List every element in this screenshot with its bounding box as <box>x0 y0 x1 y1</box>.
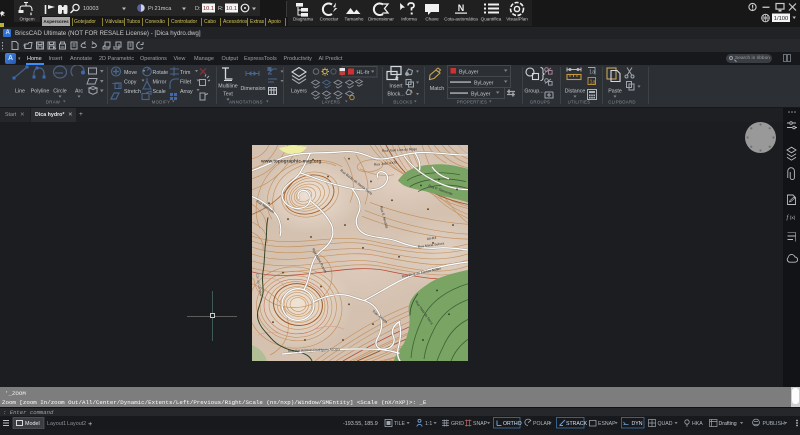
svg-text:Dimensionar: Dimensionar <box>368 17 394 22</box>
svg-text:Line: Line <box>15 89 25 95</box>
svg-text:Layers: Layers <box>291 89 307 95</box>
svg-text:ByLayer: ByLayer <box>471 92 491 98</box>
svg-text:DRAW: DRAW <box>46 100 61 105</box>
svg-text:1a: 1a <box>590 80 597 86</box>
svg-text:10003: 10003 <box>83 6 99 12</box>
svg-text:ByLayer: ByLayer <box>459 70 479 76</box>
svg-text:TILE: TILE <box>394 421 405 427</box>
svg-text:DYN: DYN <box>632 421 643 427</box>
svg-text:Informa: Informa <box>401 17 417 22</box>
svg-text:LAYERS: LAYERS <box>322 100 340 105</box>
svg-text:Trim: Trim <box>180 70 191 76</box>
svg-text:Layout2: Layout2 <box>67 421 86 427</box>
svg-text:Paste: Paste <box>608 89 622 95</box>
svg-text:PROPERTIES: PROPERTIES <box>457 100 488 105</box>
svg-text:Origem: Origem <box>19 17 34 22</box>
svg-text:Scale: Scale <box>153 89 166 95</box>
svg-text:ANNOTATIONS: ANNOTATIONS <box>229 100 263 105</box>
svg-text:VisualPlan: VisualPlan <box>506 17 528 22</box>
svg-text:STRACK: STRACK <box>566 421 588 427</box>
svg-text:QUAD: QUAD <box>658 421 673 427</box>
svg-text:Model: Model <box>25 421 40 427</box>
svg-text:Circle: Circle <box>53 89 67 95</box>
svg-text:+: + <box>88 419 93 428</box>
svg-text:Block...: Block... <box>387 92 404 98</box>
svg-text:HKA: HKA <box>692 421 703 427</box>
svg-text:Dimension: Dimension <box>240 86 265 92</box>
svg-text:Polyline: Polyline <box>31 89 50 95</box>
svg-text:SNAP: SNAP <box>473 421 488 427</box>
svg-text:D:: D: <box>195 6 201 12</box>
svg-text:Insert: Insert <box>389 84 403 90</box>
svg-text:Pi 21mca: Pi 21mca <box>148 6 172 12</box>
svg-text:1a: 1a <box>589 70 596 76</box>
svg-text:Group...: Group... <box>524 89 543 95</box>
svg-text:GROUPS: GROUPS <box>530 100 550 105</box>
svg-text:Distance: Distance <box>565 89 586 95</box>
svg-text:Mirror: Mirror <box>153 80 167 86</box>
svg-text:Text: Text <box>223 92 233 98</box>
svg-text:Match: Match <box>430 86 444 92</box>
svg-text:ORTHO: ORTHO <box>503 421 522 427</box>
svg-text:UTILITIES: UTILITIES <box>568 100 591 105</box>
svg-text:10.1: 10.1 <box>203 6 214 12</box>
svg-text:Diagrama: Diagrama <box>293 17 313 22</box>
svg-text:Rotate: Rotate <box>153 70 169 76</box>
svg-text:Stretch: Stretch <box>124 89 141 95</box>
svg-text:GRID: GRID <box>451 421 464 427</box>
svg-text:Fillet: Fillet <box>180 80 192 86</box>
svg-text:Move: Move <box>124 70 137 76</box>
svg-text:Array: Array <box>180 89 193 95</box>
svg-text:HL-fir: HL-fir <box>357 70 370 76</box>
svg-text:POLAR: POLAR <box>533 421 551 427</box>
svg-text:Conectar: Conectar <box>320 17 339 22</box>
svg-text:Chave: Chave <box>425 17 439 22</box>
svg-text:Tamanho: Tamanho <box>345 17 364 22</box>
svg-text:-193.55, 185.9: -193.55, 185.9 <box>343 421 378 427</box>
svg-text:MODIFY: MODIFY <box>152 100 171 105</box>
svg-text:1/100: 1/100 <box>774 16 789 22</box>
svg-text:Cota-automática: Cota-automática <box>444 17 478 22</box>
svg-text:Drafting: Drafting <box>719 421 737 427</box>
svg-text:Copy: Copy <box>124 80 137 86</box>
svg-text:R:: R: <box>218 6 224 12</box>
svg-text:(x): (x) <box>790 215 796 221</box>
svg-text:BLOCKS: BLOCKS <box>393 100 412 105</box>
svg-text:Quantifica: Quantifica <box>481 17 502 22</box>
svg-text:ByLayer: ByLayer <box>474 81 494 87</box>
svg-text:PUBLISH: PUBLISH <box>763 421 785 427</box>
svg-text:10.1: 10.1 <box>226 6 237 12</box>
svg-text:www.topographic-map.org: www.topographic-map.org <box>260 158 322 164</box>
svg-text:1:1: 1:1 <box>425 421 432 427</box>
svg-text:Layout1: Layout1 <box>47 421 66 427</box>
svg-text:Arc: Arc <box>75 89 83 95</box>
svg-text:N: N <box>458 3 465 13</box>
svg-text:Multiline: Multiline <box>218 84 237 90</box>
svg-text:CLIPBOARD: CLIPBOARD <box>608 100 636 105</box>
svg-text:ESNAP: ESNAP <box>598 421 616 427</box>
